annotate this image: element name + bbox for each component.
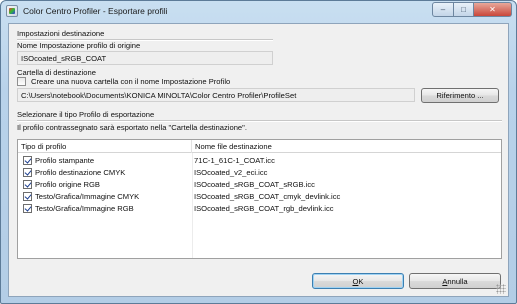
row-profile-type: Profilo stampante <box>35 156 95 165</box>
minimize-icon[interactable]: – <box>432 2 454 17</box>
browse-button[interactable]: Riferimento ... <box>421 88 499 103</box>
window-title: Color Centro Profiler - Esportare profil… <box>23 6 168 16</box>
row-checkbox[interactable] <box>23 180 32 189</box>
dialog-body: Impostazioni destinazione Nome Impostazi… <box>8 23 509 297</box>
list-header: Tipo di profilo Nome file destinazione <box>18 140 501 153</box>
table-row[interactable]: Testo/Grafica/Immagine CMYK ISOcoated_sR… <box>18 191 501 202</box>
export-divider <box>17 120 502 122</box>
row-profile-type: Profilo origine RGB <box>35 180 100 189</box>
new-folder-checkbox-label[interactable]: Creare una nuova cartella con il nome Im… <box>31 77 230 86</box>
row-checkbox[interactable] <box>23 168 32 177</box>
profile-list[interactable]: Tipo di profilo Nome file destinazione P… <box>17 139 502 259</box>
window-controls: – □ ✕ <box>432 2 512 18</box>
ok-label-rest: K <box>358 276 364 286</box>
row-file-name: ISOcoated_v2_eci.icc <box>194 168 268 177</box>
export-info-text: Il profilo contrassegnato sarà esportato… <box>17 123 247 132</box>
cancel-label-rest: nnulla <box>447 276 468 286</box>
folder-path-field[interactable]: C:\Users\notebook\Documents\KONICA MINOL… <box>17 88 415 102</box>
row-file-name: 71C-1_61C-1_COAT.icc <box>194 156 275 165</box>
row-profile-type: Testo/Grafica/Immagine CMYK <box>35 192 140 201</box>
cancel-button[interactable]: Annulla <box>409 273 501 289</box>
table-row[interactable]: Testo/Grafica/Immagine RGB ISOcoated_sRG… <box>18 203 501 214</box>
new-folder-checkbox[interactable] <box>17 77 26 86</box>
maximize-icon[interactable]: □ <box>454 2 474 17</box>
row-checkbox[interactable] <box>23 192 32 201</box>
folder-label: Cartella di destinazione <box>17 68 96 77</box>
row-checkbox[interactable] <box>23 156 32 165</box>
table-row[interactable]: Profilo stampante 71C-1_61C-1_COAT.icc <box>18 155 501 166</box>
destination-section-label: Impostazioni destinazione <box>17 29 105 38</box>
column-header-tipo[interactable]: Tipo di profilo <box>18 140 192 153</box>
table-row[interactable]: Profilo origine RGB ISOcoated_sRGB_COAT_… <box>18 179 501 190</box>
source-name-label: Nome Impostazione profilo di origine <box>17 41 141 50</box>
export-type-label: Selezionare il tipo Profilo di esportazi… <box>17 110 155 119</box>
resize-grip-icon[interactable] <box>496 284 506 294</box>
row-profile-type: Profilo destinazione CMYK <box>35 168 126 177</box>
ok-button[interactable]: OK <box>312 273 404 289</box>
title-bar[interactable]: Color Centro Profiler - Esportare profil… <box>1 1 516 21</box>
row-file-name: ISOcoated_sRGB_COAT_rgb_devlink.icc <box>194 204 334 213</box>
dialog-window: Color Centro Profiler - Esportare profil… <box>0 0 517 304</box>
table-row[interactable]: Profilo destinazione CMYK ISOcoated_v2_e… <box>18 167 501 178</box>
source-name-field[interactable]: ISOcoated_sRGB_COAT <box>17 51 273 65</box>
row-profile-type: Testo/Grafica/Immagine RGB <box>35 204 134 213</box>
row-checkbox[interactable] <box>23 204 32 213</box>
column-header-file[interactable]: Nome file destinazione <box>192 140 501 153</box>
app-icon <box>6 5 18 17</box>
close-icon[interactable]: ✕ <box>474 2 512 17</box>
row-file-name: ISOcoated_sRGB_COAT_sRGB.icc <box>194 180 315 189</box>
row-file-name: ISOcoated_sRGB_COAT_cmyk_devlink.icc <box>194 192 341 201</box>
